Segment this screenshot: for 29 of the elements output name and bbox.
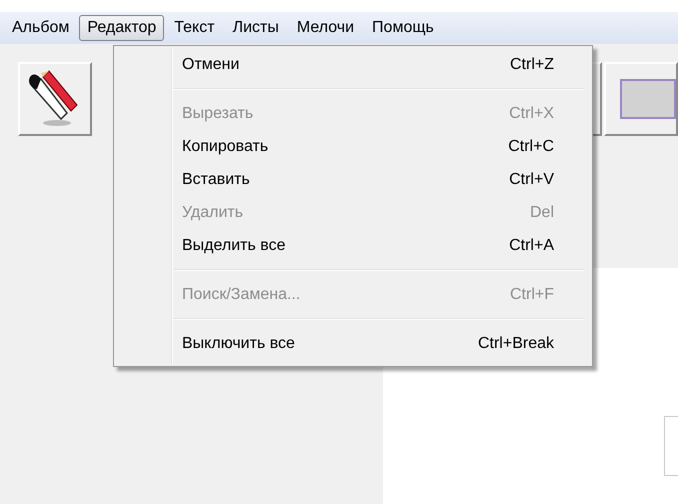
- menu-title[interactable]: Альбом: [4, 15, 78, 41]
- shortcut-label: Ctrl+C: [508, 138, 554, 156]
- menu-title[interactable]: Текст: [166, 15, 223, 41]
- shortcut-label: Ctrl+F: [510, 286, 554, 304]
- menu-item-label: Отмени: [182, 56, 240, 74]
- color-swatch: [620, 79, 676, 119]
- menu-item-label: Копировать: [182, 138, 268, 156]
- menu-title[interactable]: Листы: [224, 15, 287, 41]
- menu-item-label: Удалить: [182, 204, 244, 222]
- shortcut-label: Ctrl+A: [509, 236, 554, 254]
- shortcut-label: Del: [530, 204, 554, 222]
- menu-item[interactable]: Копировать Ctrl+C: [114, 130, 592, 163]
- tool-button[interactable]: [18, 62, 92, 136]
- menu-item-label: Выключить все: [182, 334, 295, 352]
- menu-item[interactable]: Отмени Ctrl+Z: [114, 48, 592, 81]
- shortcut-label: Ctrl+Break: [478, 334, 554, 352]
- shortcut-label: Ctrl+Z: [510, 56, 554, 74]
- menu-item[interactable]: Вставить Ctrl+V: [114, 163, 592, 196]
- menu-item-label: Вставить: [182, 170, 250, 188]
- menu-item-label: Поиск/Замена...: [182, 286, 300, 304]
- shortcut-label: Ctrl+V: [509, 170, 554, 188]
- menu-item-label: Выделить все: [182, 236, 286, 254]
- menu-title[interactable]: Редактор: [79, 15, 164, 41]
- menu-item[interactable]: Выделить все Ctrl+A: [114, 229, 592, 262]
- menu-item-label: Вырезать: [182, 104, 254, 122]
- menu-title[interactable]: Помощь: [364, 15, 442, 41]
- shortcut-label: Ctrl+X: [509, 104, 554, 122]
- menu-title[interactable]: Мелочи: [288, 15, 362, 41]
- menu-item[interactable]: Выключить все Ctrl+Break: [114, 327, 592, 360]
